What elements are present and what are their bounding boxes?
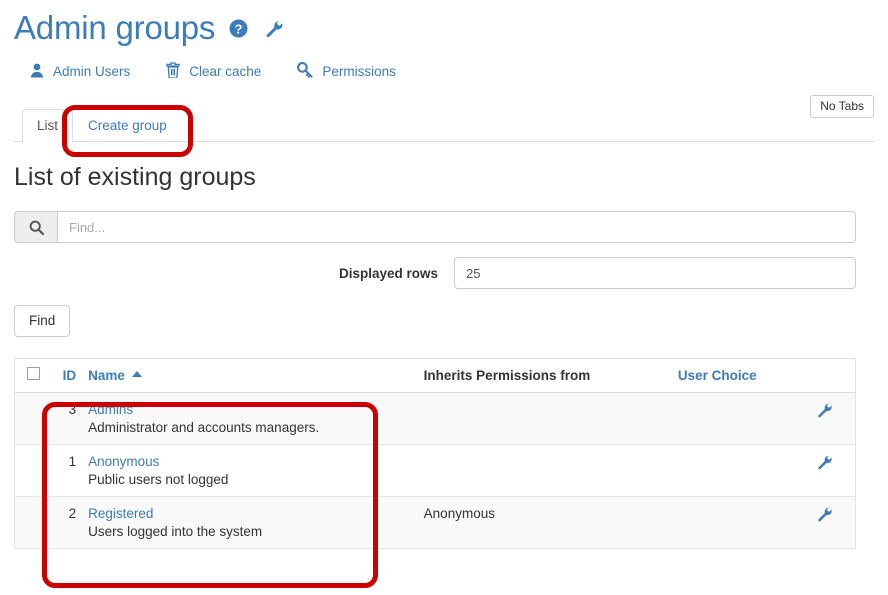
column-header-inherits: Inherits Permissions from [418, 359, 672, 393]
column-header-name-label: Name [88, 368, 125, 383]
column-header-user-choice[interactable]: User Choice [672, 359, 794, 393]
tab-list-item[interactable]: List [22, 109, 73, 143]
row-select-cell [15, 393, 48, 445]
group-description: Users logged into the system [88, 524, 412, 539]
row-id: 1 [48, 445, 83, 497]
toolbar-label: Admin Users [53, 64, 130, 79]
toolbar-item-clear-cache[interactable]: Clear cache [166, 62, 261, 81]
key-icon [297, 62, 313, 81]
trash-icon [166, 62, 180, 81]
wrench-icon[interactable] [816, 407, 833, 422]
toolbar-label: Clear cache [189, 64, 261, 79]
page-header: Admin groups ? [0, 0, 888, 48]
tab-bar: List Create group No Tabs [14, 108, 874, 142]
row-select-cell [15, 497, 48, 549]
row-user-choice [672, 497, 794, 549]
table-header-row: ID Name Inherits Permissions from User C… [15, 359, 855, 393]
page-title-icons: ? [229, 13, 284, 44]
admin-groups-page: Admin groups ? Adm [0, 0, 888, 595]
search-row [14, 211, 856, 243]
table-row: 3 Admins Administrator and accounts mana… [15, 393, 855, 445]
displayed-rows-label: Displayed rows [14, 266, 454, 281]
wrench-icon[interactable] [264, 19, 284, 44]
row-select-cell [15, 445, 48, 497]
find-button[interactable]: Find [14, 305, 70, 337]
groups-table-container: ID Name Inherits Permissions from User C… [14, 358, 856, 549]
displayed-rows-input[interactable] [454, 257, 856, 289]
row-name-cell: Admins Administrator and accounts manage… [82, 393, 418, 445]
help-circle-icon[interactable]: ? [229, 19, 248, 43]
toolbar-item-admin-users[interactable]: Admin Users [30, 63, 130, 81]
row-actions [794, 445, 855, 497]
displayed-rows-row: Displayed rows [14, 257, 856, 289]
table-row: 2 Registered Users logged into the syste… [15, 497, 855, 549]
toolbar-label: Permissions [322, 64, 396, 79]
wrench-icon[interactable] [816, 511, 833, 526]
groups-table-body: 3 Admins Administrator and accounts mana… [15, 393, 855, 549]
row-id: 2 [48, 497, 83, 549]
select-all-checkbox[interactable] [27, 367, 40, 380]
column-header-id[interactable]: ID [48, 359, 83, 393]
page-title: Admin groups [14, 8, 215, 48]
column-header-name[interactable]: Name [82, 359, 418, 393]
groups-table: ID Name Inherits Permissions from User C… [15, 359, 855, 549]
row-name-cell: Anonymous Public users not logged [82, 445, 418, 497]
no-tabs-button[interactable]: No Tabs [810, 95, 874, 118]
row-user-choice [672, 393, 794, 445]
svg-text:?: ? [235, 21, 243, 36]
table-row: 1 Anonymous Public users not logged [15, 445, 855, 497]
row-actions [794, 393, 855, 445]
user-icon [30, 63, 44, 81]
group-description: Administrator and accounts managers. [88, 420, 412, 435]
section-title: List of existing groups [14, 162, 888, 192]
group-description: Public users not logged [88, 472, 412, 487]
row-id: 3 [48, 393, 83, 445]
wrench-icon[interactable] [816, 459, 833, 474]
row-inherits [418, 445, 672, 497]
search-icon [14, 211, 57, 243]
sort-ascending-icon [132, 371, 142, 377]
select-all-header [15, 359, 48, 393]
admin-toolbar: Admin Users Clear cache Permissions [0, 48, 888, 81]
row-name-cell: Registered Users logged into the system [82, 497, 418, 549]
group-name-link[interactable]: Anonymous [88, 454, 412, 469]
column-header-actions [794, 359, 855, 393]
group-name-link[interactable]: Registered [88, 506, 412, 521]
row-inherits [418, 393, 672, 445]
row-user-choice [672, 445, 794, 497]
search-input[interactable] [57, 211, 856, 243]
toolbar-item-permissions[interactable]: Permissions [297, 62, 396, 81]
row-inherits: Anonymous [418, 497, 672, 549]
group-name-link[interactable]: Admins [88, 402, 412, 417]
tab-list: List Create group [14, 108, 874, 142]
row-actions [794, 497, 855, 549]
groups-table-head: ID Name Inherits Permissions from User C… [15, 359, 855, 393]
tab-create-group[interactable]: Create group [73, 109, 182, 143]
find-button-row: Find [14, 305, 888, 337]
